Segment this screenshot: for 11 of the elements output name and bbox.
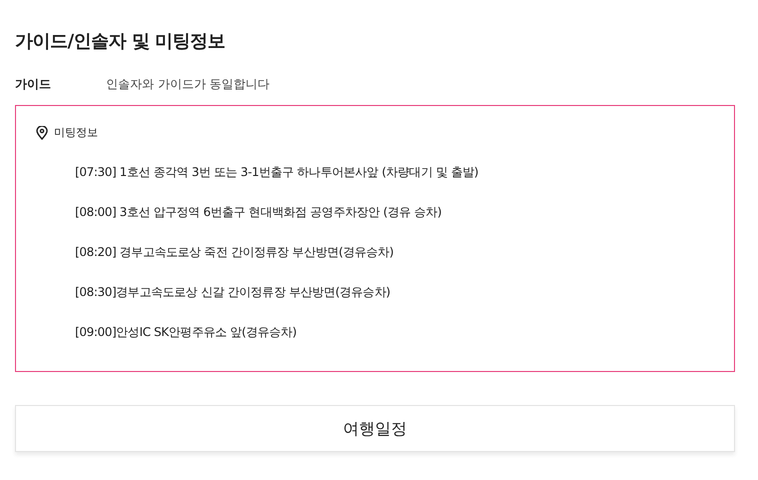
- meeting-point: [08:20] 경부고속도로상 죽전 간이정류장 부산방면(경유승차): [75, 244, 394, 261]
- map-pin-icon: [36, 126, 48, 140]
- meeting-point: [09:00]안성IC SK안평주유소 앞(경유승차): [75, 324, 297, 341]
- meeting-point: [08:30]경부고속도로상 신갈 간이정류장 부산방면(경유승차): [75, 284, 390, 301]
- guide-label: 가이드: [15, 76, 52, 93]
- section-title: 가이드/인솔자 및 미팅정보: [15, 30, 226, 54]
- meeting-point: [08:00] 3호선 압구정역 6번출구 현대백화점 공영주차장안 (경유 승차): [75, 204, 442, 221]
- guide-value: 인솔자와 가이드가 동일합니다: [106, 76, 270, 93]
- schedule-button[interactable]: 여행일정: [15, 405, 735, 452]
- meeting-title: 미팅정보: [54, 124, 98, 141]
- meeting-point: [07:30] 1호선 종각역 3번 또는 3-1번출구 하나투어본사앞 (차량대기 및 출발): [75, 164, 478, 181]
